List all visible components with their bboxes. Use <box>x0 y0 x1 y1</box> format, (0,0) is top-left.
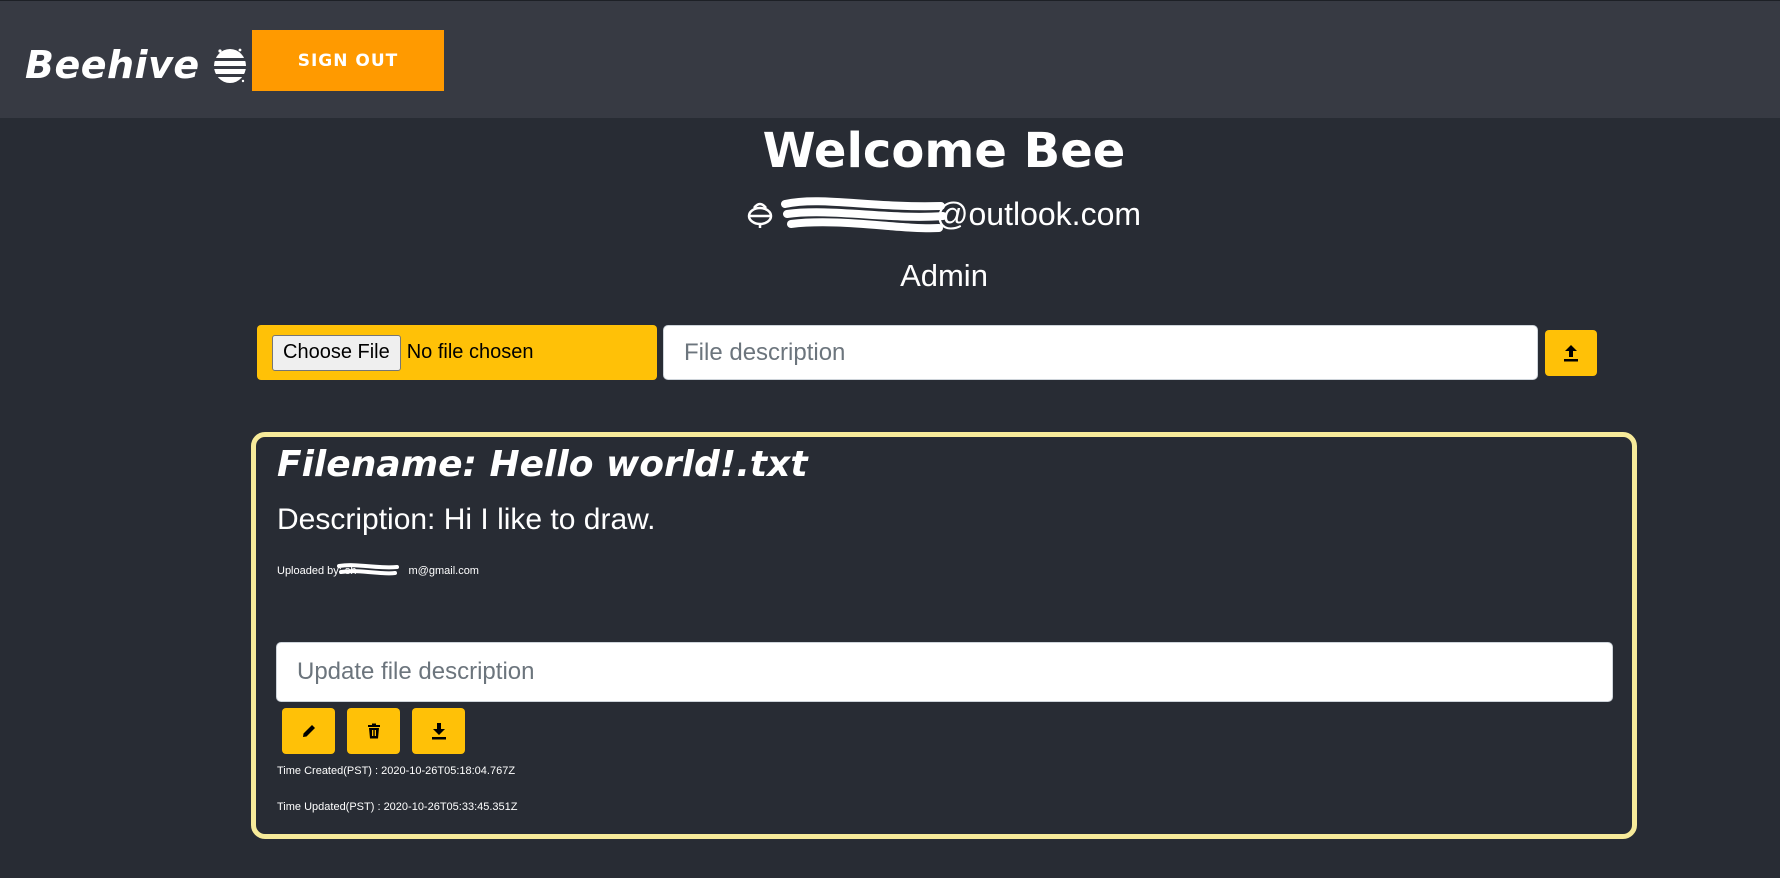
redaction-scribble <box>781 196 946 232</box>
file-description-input[interactable] <box>663 325 1538 380</box>
delete-button[interactable] <box>347 708 400 754</box>
brand-name: Beehive <box>25 43 200 87</box>
user-role: Admin <box>900 258 988 293</box>
time-updated: Time Updated(PST) : 2020-10-26T05:33:45.… <box>277 801 518 813</box>
choose-file-button[interactable]: Choose File <box>272 334 401 371</box>
file-description: Description: Hi I like to draw. <box>277 503 656 536</box>
sign-out-button[interactable]: SIGN OUT <box>252 30 444 91</box>
file-card: Filename: Hello world!.txt Description: … <box>251 432 1637 839</box>
upload-button[interactable] <box>1545 330 1597 376</box>
bee-icon <box>747 202 773 228</box>
beehive-icon <box>213 48 246 83</box>
welcome-title: Welcome Bee <box>762 123 1126 179</box>
redaction-scribble <box>337 563 399 576</box>
file-picker[interactable]: Choose File No file chosen <box>257 325 657 380</box>
trash-icon <box>367 723 380 739</box>
no-file-chosen-text: No file chosen <box>406 341 534 363</box>
time-created: Time Created(PST) : 2020-10-26T05:18:04.… <box>277 765 516 777</box>
file-name: Filename: Hello world!.txt <box>277 444 808 485</box>
update-description-input[interactable] <box>276 642 1613 702</box>
brand[interactable]: Beehive <box>25 37 248 93</box>
user-email-row: @outlook.com <box>745 193 1141 235</box>
navbar: Beehive SIGN OUT <box>0 0 1780 118</box>
edit-button[interactable] <box>282 708 335 754</box>
upload-arrow-icon <box>1564 345 1578 362</box>
download-button[interactable] <box>412 708 465 754</box>
uploaded-by: Uploaded by: sh m@gmail.com <box>277 563 479 577</box>
download-arrow-icon <box>431 723 446 740</box>
user-email: @outlook.com <box>781 196 1141 233</box>
pencil-icon <box>302 725 315 737</box>
